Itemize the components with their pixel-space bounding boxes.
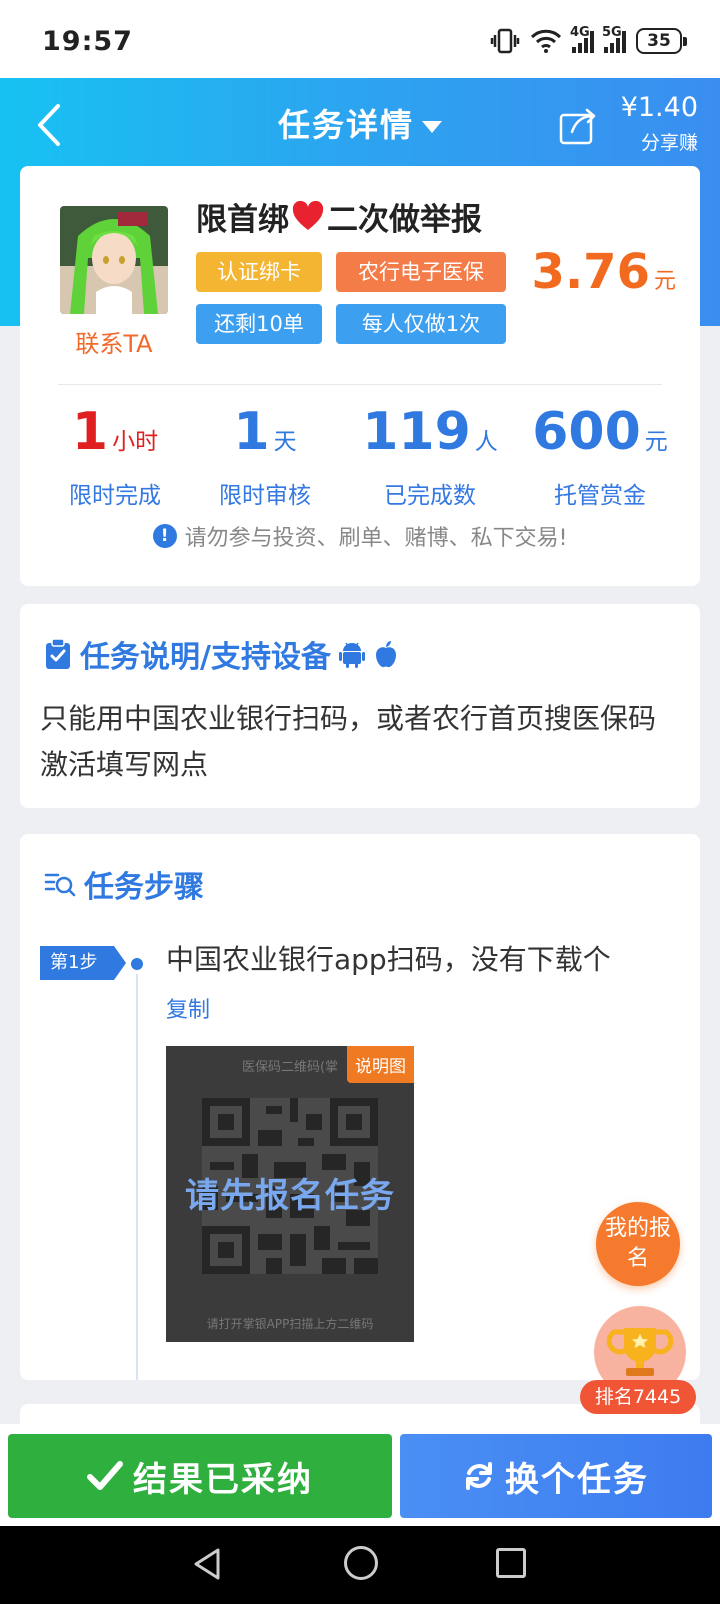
- step-timeline: [136, 974, 138, 1380]
- image-tag: 说明图: [347, 1046, 414, 1083]
- description-text: 只能用中国农业银行扫码，或者农行首页搜医保码激活填写网点: [40, 702, 657, 781]
- rank-badge[interactable]: 排名7445: [580, 1380, 696, 1414]
- apple-icon: [375, 641, 396, 668]
- task-steps-card: 任务步骤 第1步 中国农业银行app扫码，没有下载个 复制 医保码二维码(掌 请…: [20, 834, 700, 1380]
- result-accepted-button[interactable]: 结果已采纳: [8, 1434, 392, 1518]
- tag-category: 农行电子医保: [336, 252, 506, 292]
- task-title-part1: 限首绑: [196, 202, 289, 238]
- share-label: 分享赚: [640, 132, 698, 154]
- task-title: 限首绑 二次做举报: [196, 194, 482, 239]
- my-signup-button[interactable]: 我的报名: [596, 1202, 680, 1286]
- step-qr-image[interactable]: 医保码二维码(掌 请先报名任务 请打开掌银APP扫描上方二维码 说明图: [166, 1046, 414, 1342]
- task-title-part2: 二次做举报: [327, 202, 482, 238]
- steps-title: 任务步骤: [44, 862, 204, 906]
- refresh-icon: [466, 1462, 492, 1490]
- wifi-icon: [530, 29, 562, 53]
- avatar[interactable]: [60, 206, 168, 314]
- battery-icon: 35: [636, 28, 687, 54]
- status-time: 19:57: [42, 26, 133, 57]
- share-earn-button[interactable]: ¥1.40 分享赚: [558, 92, 698, 156]
- contact-button[interactable]: 联系TA: [50, 324, 178, 359]
- tag-verify: 认证绑卡: [196, 252, 322, 292]
- warning-notice: ! 请勿参与投资、刷单、赌博、私下交易!: [20, 520, 700, 552]
- step-dot: [131, 958, 143, 970]
- switch-task-button[interactable]: 换个任务: [400, 1434, 712, 1518]
- nav-home-icon[interactable]: [344, 1546, 378, 1580]
- tag-remaining: 还剩10单: [196, 304, 322, 344]
- copy-button[interactable]: 复制: [166, 992, 210, 1024]
- list-search-icon: [44, 873, 76, 897]
- tag-limit: 每人仅做1次: [336, 304, 506, 344]
- signal-4g-icon: 4G: [570, 25, 594, 53]
- signup-first-overlay: 请先报名任务: [185, 1176, 395, 1216]
- bottom-action-bar: 结果已采纳 换个任务: [0, 1424, 720, 1526]
- share-icon: [559, 108, 596, 145]
- caret-down-icon: [422, 121, 442, 133]
- stat-complete-time: 1 小时 限时完成: [69, 402, 161, 509]
- task-description-card: 任务说明/支持设备 只能用中国农业银行扫码，或者农行首页搜医保码激活填写网点: [20, 604, 700, 808]
- android-icon: [338, 642, 365, 668]
- share-amount: ¥1.40: [620, 92, 698, 123]
- heart-icon: [292, 200, 324, 230]
- task-summary-card: 联系TA 限首绑 二次做举报 认证绑卡 农行电子医保 还剩10单 每人仅做1次 …: [20, 166, 700, 586]
- checkmark-icon: [87, 1461, 123, 1490]
- step-badge: 第1步: [40, 946, 126, 980]
- exclamation-icon: !: [152, 524, 177, 548]
- stat-review-time: 1天 限时审核: [219, 402, 311, 509]
- status-icons: 4G 5G 35: [490, 25, 687, 54]
- clipboard-check-icon: [46, 638, 70, 669]
- system-nav-bar: [0, 1526, 720, 1604]
- vibrate-icon: [490, 28, 520, 54]
- signal-5g-icon: 5G: [602, 25, 626, 53]
- qr-bottom-text: 请打开掌银APP扫描上方二维码: [206, 1317, 374, 1331]
- divider: [58, 384, 662, 385]
- nav-back-icon[interactable]: [190, 1546, 224, 1582]
- task-price: 3.76 元: [531, 244, 676, 300]
- description-title: 任务说明/支持设备: [44, 632, 399, 676]
- status-bar: 19:57 4G 5G 35: [0, 0, 720, 78]
- stat-escrow-reward: 600 元 托管赏金: [532, 402, 668, 509]
- step-text: 中国农业银行app扫码，没有下载个: [166, 943, 611, 976]
- nav-recents-icon[interactable]: [496, 1548, 526, 1578]
- stat-completed-count: 119 人 已完成数: [362, 402, 498, 509]
